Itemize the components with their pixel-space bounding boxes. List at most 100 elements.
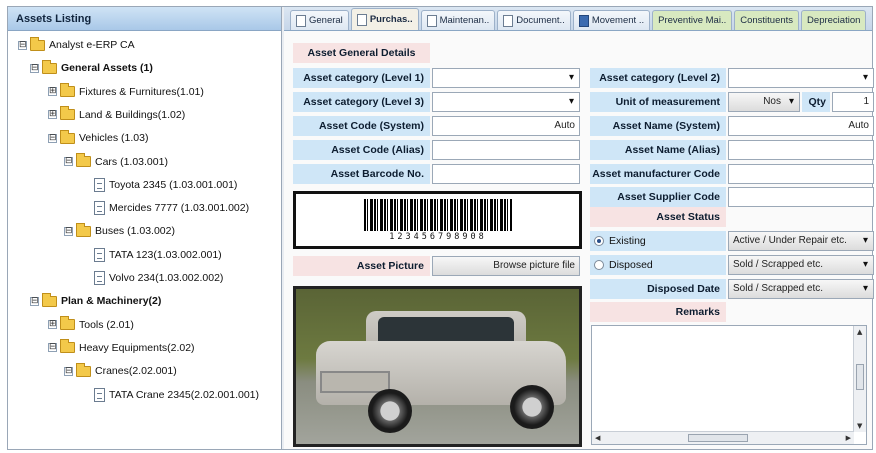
existing-label: Existing (609, 235, 646, 247)
tree-item[interactable]: ⊟ Heavy Equipments(2.02) (48, 338, 195, 358)
section-title: Asset General Details (293, 43, 430, 63)
document-icon (94, 201, 105, 216)
asset-picture-label: Asset Picture (293, 256, 430, 276)
scroll-thumb-horizontal[interactable] (688, 434, 748, 442)
disposed-label: Disposed (609, 259, 653, 271)
collapse-icon[interactable]: ⊟ (48, 133, 57, 143)
asset-code-alias-input[interactable] (432, 140, 580, 160)
disposed-radio[interactable] (594, 260, 604, 270)
remarks-horizontal-scrollbar[interactable]: ◀ ▶ (592, 431, 854, 444)
tab-6[interactable]: Constituents (734, 10, 800, 30)
document-icon (296, 14, 306, 27)
existing-status-select[interactable]: Active / Under Repair etc. (728, 231, 874, 251)
tree-item[interactable]: TATA 123(1.03.002.001) (82, 245, 222, 265)
folder-icon (42, 292, 57, 307)
folder-icon (76, 222, 91, 237)
category-level3-select[interactable] (432, 92, 580, 112)
tab-label: Preventive Mai.. (658, 15, 727, 26)
tree-item[interactable]: ⊞ Tools (2.01) (48, 315, 134, 335)
tree-item[interactable]: ⊟ Cars (1.03.001) (64, 152, 168, 172)
scroll-right-icon[interactable]: ▶ (846, 434, 851, 442)
scroll-left-icon[interactable]: ◀ (595, 434, 600, 442)
tree-item-label: Heavy Equipments(2.02) (79, 341, 195, 354)
tree-item[interactable]: ⊟ Analyst e-ERP CA (18, 35, 135, 55)
expand-icon[interactable]: ⊞ (48, 87, 57, 97)
tab-7[interactable]: Depreciation (801, 10, 867, 30)
collapse-icon[interactable]: ⊟ (30, 296, 39, 306)
folder-icon (60, 339, 75, 354)
collapse-icon[interactable]: ⊟ (64, 157, 73, 166)
scroll-up-icon[interactable]: ▲ (857, 328, 862, 336)
collapse-icon[interactable]: ⊟ (18, 40, 27, 50)
expand-icon[interactable]: ⊞ (48, 110, 57, 120)
expand-icon[interactable]: ⊞ (48, 320, 57, 330)
category-level1-select[interactable] (432, 68, 580, 88)
folder-icon (60, 129, 75, 144)
scroll-thumb-vertical[interactable] (856, 364, 864, 390)
collapse-icon[interactable]: ⊟ (48, 343, 57, 353)
tree-item-label: Land & Buildings(1.02) (79, 108, 186, 121)
category-level2-label: Asset category (Level 2) (590, 68, 726, 88)
tab-label: Depreciation (807, 15, 861, 26)
folder-icon (42, 59, 57, 74)
tree-item[interactable]: TATA Crane 2345(2.02.001.001) (82, 385, 259, 405)
tab-0[interactable]: General (290, 10, 349, 30)
tree-item[interactable]: Toyota 2345 (1.03.001.001) (82, 175, 237, 195)
asset-name-alias-input[interactable] (728, 140, 874, 160)
asset-barcode-input[interactable] (432, 164, 580, 184)
asset-name-system-input[interactable]: Auto (728, 116, 874, 136)
scroll-down-icon[interactable]: ▼ (857, 422, 862, 430)
remarks-label: Remarks (590, 302, 726, 322)
document-icon (94, 271, 105, 285)
tree-item[interactable]: ⊟ Plan & Machinery(2) (30, 291, 161, 311)
tree-item[interactable]: ⊞ Land & Buildings(1.02) (48, 105, 185, 125)
uom-label: Unit of measurement (590, 92, 726, 112)
car-front-wheel (368, 389, 412, 433)
tree-item[interactable]: ⊟ Buses (1.03.002) (64, 221, 175, 241)
manufacturer-code-input[interactable] (728, 164, 874, 184)
existing-radio[interactable] (594, 236, 604, 246)
save-icon (578, 14, 589, 27)
category-level1-label: Asset category (Level 1) (293, 68, 430, 88)
supplier-code-input[interactable] (728, 187, 874, 207)
tree-item-label: Volvo 234(1.03.002.002) (109, 272, 224, 284)
tab-label: Movement .. (591, 15, 645, 26)
uom-select[interactable]: Nos (728, 92, 800, 112)
tree-item[interactable]: Mercides 7777 (1.03.001.002) (82, 198, 249, 218)
tree-item[interactable]: ⊟ Vehicles (1.03) (48, 128, 148, 148)
tab-4[interactable]: Movement .. (572, 10, 651, 30)
tree-item[interactable]: Volvo 234(1.03.002.002) (82, 268, 223, 288)
collapse-icon[interactable]: ⊟ (64, 226, 73, 236)
tree-item[interactable]: ⊟ General Assets (1) (30, 58, 153, 78)
tab-label: Maintenan.. (439, 15, 490, 26)
qty-input[interactable]: 1 (832, 92, 874, 112)
car-rear-wheel (510, 385, 554, 429)
tree-item-label: Analyst e-ERP CA (49, 39, 135, 51)
tab-1[interactable]: Purchas.. (350, 8, 419, 30)
collapse-icon[interactable]: ⊟ (30, 63, 39, 73)
tree-item-label: TATA Crane 2345(2.02.001.001) (109, 388, 260, 401)
asset-tree: ⊟ Analyst e-ERP CA ⊟ General Assets (1) ⊞ Fix… (8, 31, 281, 402)
asset-code-system-input[interactable]: Auto (432, 116, 580, 136)
document-icon (356, 13, 367, 26)
disposed-date-select[interactable]: Sold / Scrapped etc. (728, 279, 874, 299)
folder-icon (60, 106, 75, 121)
document-icon (503, 14, 514, 27)
disposed-status-select[interactable]: Sold / Scrapped etc. (728, 255, 874, 275)
folder-icon (76, 153, 91, 167)
remarks-vertical-scrollbar[interactable]: ▲ ▼ (853, 326, 866, 432)
remarks-textarea[interactable]: ▲ ▼ ◀ ▶ (591, 325, 867, 445)
tab-5[interactable]: Preventive Mai.. (652, 10, 733, 30)
asset-code-alias-label: Asset Code (Alias) (293, 140, 430, 160)
category-level2-select[interactable] (728, 68, 874, 88)
tree-item[interactable]: ⊞ Fixtures & Furnitures(1.01) (48, 82, 204, 102)
collapse-icon[interactable]: ⊟ (64, 366, 73, 376)
browse-picture-button[interactable]: Browse picture file (432, 256, 580, 276)
tree-item[interactable]: ⊟ Cranes(2.02.001) (64, 361, 177, 381)
remarks-text (592, 326, 866, 332)
tab-3[interactable]: Document.. (497, 10, 571, 30)
document-icon (426, 14, 437, 27)
tab-bar: General Purchas.. Maintenan.. Document.. Mov… (284, 7, 872, 31)
tab-2[interactable]: Maintenan.. (420, 10, 496, 30)
disposed-date-label: Disposed Date (590, 279, 726, 299)
